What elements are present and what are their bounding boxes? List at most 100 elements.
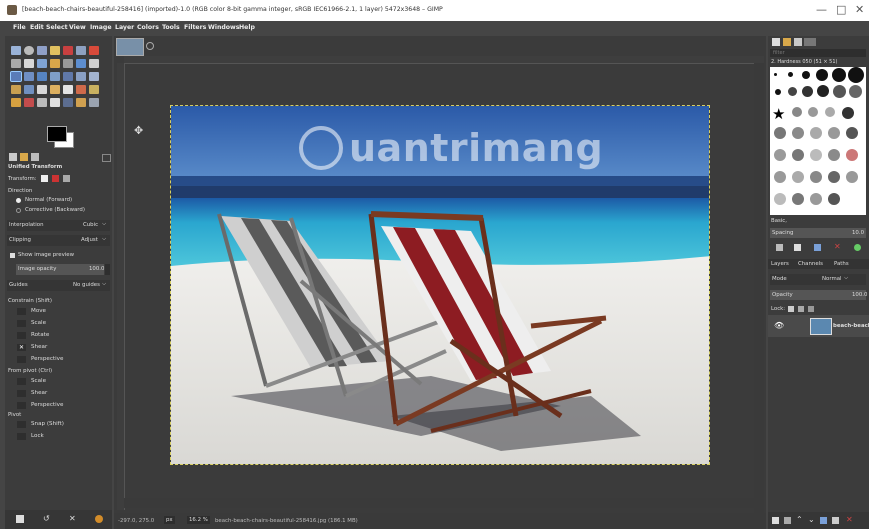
duplicate-layer-icon[interactable] <box>820 517 827 524</box>
paths-tool-icon[interactable] <box>24 59 34 68</box>
brush-item[interactable] <box>774 73 777 76</box>
brush-item[interactable] <box>792 127 804 139</box>
eraser-tool-icon[interactable] <box>63 85 73 94</box>
tab-paths[interactable]: Paths <box>834 261 849 267</box>
unit-select[interactable]: px <box>164 516 175 524</box>
image-canvas[interactable]: uantrimang <box>170 105 710 465</box>
pivot-shear-checkbox[interactable] <box>17 390 26 397</box>
brush-item[interactable] <box>810 127 822 139</box>
brush-item[interactable] <box>810 193 822 205</box>
align-tool-icon[interactable] <box>76 59 86 68</box>
zoom-select[interactable]: 16.2 % <box>187 516 210 524</box>
warp-tool-icon[interactable] <box>89 72 99 81</box>
menu-help[interactable]: Help <box>239 24 255 31</box>
dodge-burn-tool-icon[interactable] <box>50 98 60 107</box>
menu-colors[interactable]: Colors <box>137 24 159 31</box>
brush-item[interactable] <box>846 149 858 161</box>
brush-item[interactable] <box>842 107 854 119</box>
brush-item[interactable] <box>788 72 793 77</box>
brush-item[interactable] <box>810 171 822 183</box>
lower-layer-icon[interactable]: ⌄ <box>808 515 815 524</box>
anchor-layer-icon[interactable] <box>832 517 839 524</box>
menu-edit[interactable]: Edit <box>30 24 44 31</box>
save-options-icon[interactable] <box>16 515 24 523</box>
bucket-fill-tool-icon[interactable] <box>11 85 21 94</box>
transform-path-icon[interactable] <box>63 175 70 182</box>
brush-item[interactable] <box>774 149 786 161</box>
brush-item[interactable] <box>774 171 786 183</box>
brush-item[interactable] <box>828 127 840 139</box>
shear-tool-icon[interactable] <box>37 72 47 81</box>
minimize-button[interactable]: — <box>816 3 827 16</box>
raise-layer-icon[interactable]: ⌃ <box>796 515 803 524</box>
brush-item[interactable] <box>828 193 840 205</box>
horizontal-scrollbar[interactable] <box>124 498 754 508</box>
lock-pixels-icon[interactable] <box>788 306 794 312</box>
menu-file[interactable]: File <box>13 24 26 31</box>
cage-tool-icon[interactable] <box>76 72 86 81</box>
text-tool-icon[interactable] <box>89 59 99 68</box>
foreground-select-tool-icon[interactable] <box>89 46 99 55</box>
tab-channels[interactable]: Channels <box>798 261 823 267</box>
brush-item[interactable] <box>828 171 840 183</box>
direction-corrective-radio[interactable] <box>16 208 21 213</box>
guides-select[interactable]: Guides No guides ⌵ <box>7 280 110 291</box>
brush-item[interactable] <box>775 89 781 95</box>
menu-windows[interactable]: Windows <box>208 24 239 31</box>
brush-item[interactable] <box>832 68 846 82</box>
spacing-slider[interactable]: Spacing 10.0 <box>770 228 866 238</box>
pencil-tool-icon[interactable] <box>37 85 47 94</box>
menu-layer[interactable]: Layer <box>115 24 134 31</box>
star-brush-icon[interactable]: ★ <box>772 105 785 123</box>
restore-options-icon[interactable]: ↺ <box>43 514 50 523</box>
brush-item[interactable] <box>849 85 862 98</box>
brush-item[interactable] <box>816 69 828 81</box>
direction-normal-radio[interactable] <box>16 198 21 203</box>
color-select-tool-icon[interactable] <box>63 46 73 55</box>
image-tab-thumbnail[interactable] <box>116 38 144 56</box>
close-button[interactable]: ✕ <box>855 3 864 16</box>
delete-layer-icon[interactable]: ✕ <box>846 515 853 524</box>
edit-brush-icon[interactable] <box>776 244 783 251</box>
blur-tool-icon[interactable] <box>89 98 99 107</box>
lock-alpha-icon[interactable] <box>808 306 814 312</box>
image-opacity-slider[interactable]: Image opacity 100.0 <box>16 264 104 275</box>
brush-item[interactable] <box>802 71 810 79</box>
brush-item[interactable] <box>848 67 864 83</box>
new-layer-icon[interactable] <box>772 517 779 524</box>
brush-filter-input[interactable]: filter <box>770 49 866 57</box>
airbrush-tool-icon[interactable] <box>76 85 86 94</box>
smudge-tool-icon[interactable] <box>37 98 47 107</box>
brush-item[interactable] <box>792 171 804 183</box>
brush-item[interactable] <box>846 127 858 139</box>
show-preview-checkbox[interactable] <box>10 253 15 258</box>
color-picker-tool-icon[interactable] <box>63 98 73 107</box>
brush-item[interactable] <box>808 107 818 117</box>
layer-name[interactable]: beach-beach <box>833 323 869 329</box>
brush-item[interactable] <box>810 149 822 161</box>
new-layer-group-icon[interactable] <box>784 517 791 524</box>
transform-selection-icon[interactable] <box>52 175 59 182</box>
menu-tools[interactable]: Tools <box>162 24 180 31</box>
fonts-tab-icon[interactable] <box>794 38 802 46</box>
crop-tool-icon[interactable] <box>11 59 21 68</box>
menu-image[interactable]: Image <box>90 24 112 31</box>
device-status-tab-icon[interactable] <box>20 153 28 161</box>
menu-filters[interactable]: Filters <box>184 24 206 31</box>
scale-tool-icon[interactable] <box>24 72 34 81</box>
zoom-tool-icon[interactable] <box>76 98 86 107</box>
brush-item[interactable] <box>792 193 804 205</box>
image-tab-close-icon[interactable] <box>146 42 154 50</box>
brush-item[interactable] <box>792 149 804 161</box>
menu-view[interactable]: View <box>69 24 86 31</box>
duplicate-brush-icon[interactable] <box>814 244 821 251</box>
foreground-color-swatch[interactable] <box>47 126 67 142</box>
transform-layer-icon[interactable] <box>41 175 48 182</box>
pivot-scale-checkbox[interactable] <box>17 378 26 385</box>
layer-opacity-slider[interactable]: Opacity 100.0 <box>770 290 867 300</box>
constrain-shear-checkbox[interactable]: ✕ <box>17 344 26 351</box>
rotate-tool-icon[interactable] <box>37 59 47 68</box>
fuzzy-select-tool-icon[interactable] <box>50 46 60 55</box>
constrain-perspective-checkbox[interactable] <box>17 356 26 363</box>
rect-select-tool-icon[interactable] <box>11 46 21 55</box>
